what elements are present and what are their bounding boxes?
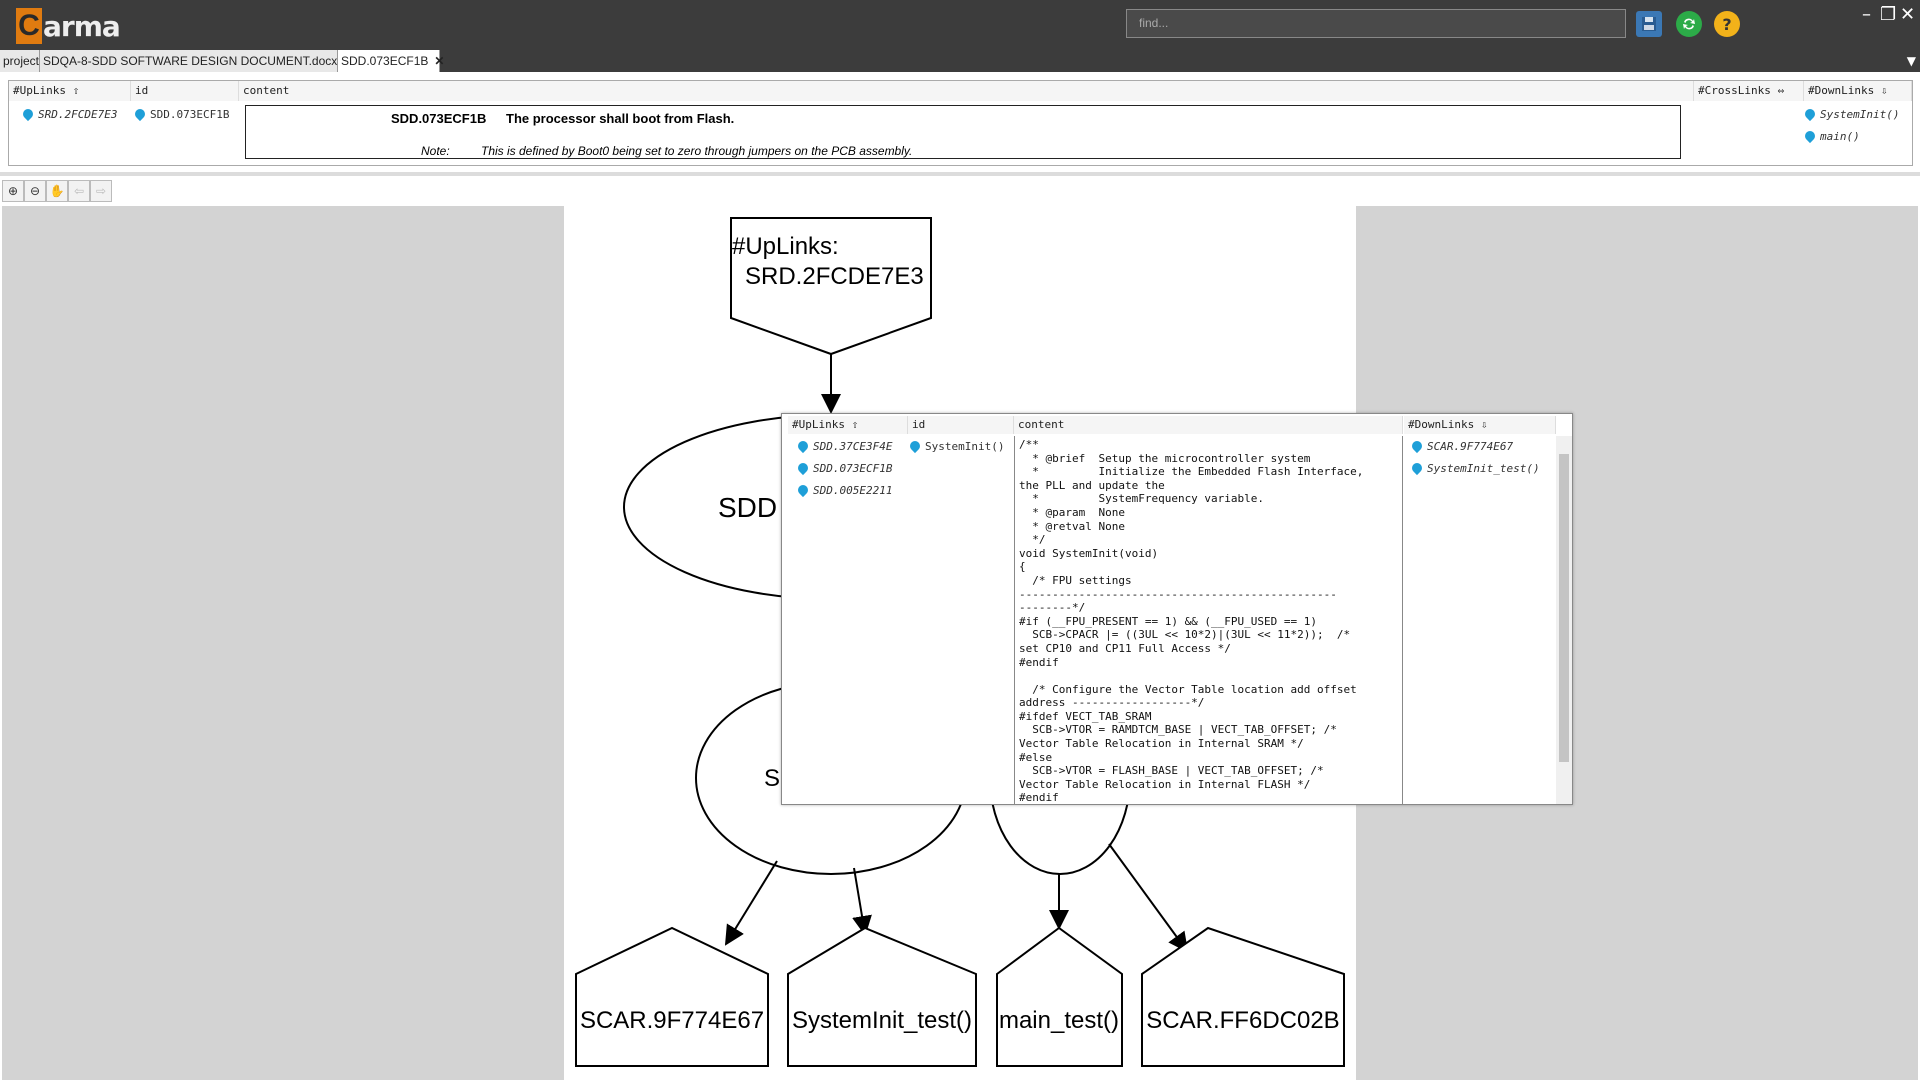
popup-uplink-3[interactable]: SDD.005E2211 [795,482,892,498]
location-pin-icon [132,106,148,122]
edge-2 [852,867,872,936]
location-pin-icon [1802,106,1818,122]
location-pin-icon [795,482,811,498]
tab-strip: project SDQA-8-SDD SOFTWARE DESIGN DOCUM… [0,50,1920,72]
zoom-out-icon[interactable]: ⊖ [24,180,46,202]
tab-label: SDD.073ECF1B [341,54,429,68]
location-pin-icon [1802,128,1818,144]
scar-node-shape-1[interactable] [575,926,769,1067]
edge-1 [724,860,778,946]
location-pin-icon [795,460,811,476]
popup-downlink-1[interactable]: SCAR.9F774E67 [1409,438,1513,454]
title-bar: C arma find... ? – ❐ ✕ [0,0,1920,50]
note-label: Note: [421,144,450,158]
header-content[interactable]: content [239,81,1694,101]
tab-sdd-record[interactable]: SDD.073ECF1B ✕ [338,50,444,72]
uplink-node-label-2: SRD.2FCDE7E3 [745,263,924,290]
save-icon[interactable] [1636,11,1662,37]
close-window-button[interactable]: ✕ [1900,4,1915,25]
record-id[interactable]: SDD.073ECF1B [132,106,229,122]
find-input[interactable]: find... [1126,9,1626,38]
pan-hand-icon[interactable]: ✋ [46,180,68,202]
close-tab-icon[interactable]: ✕ [434,54,444,68]
node-detail-popup: #UpLinks ⇧ id content #DownLinks ⇩ SDD.3… [781,413,1573,805]
popup-scrollbar[interactable] [1556,436,1572,804]
popup-header-content[interactable]: content [1014,416,1403,434]
scar-node-label-2: SCAR.FF6DC02B [1146,1007,1339,1034]
content-box[interactable]: SDD.073ECF1B The processor shall boot fr… [245,105,1681,159]
location-pin-icon [907,438,923,454]
function-node-label-1: S [764,765,780,792]
popup-header-id[interactable]: id [908,416,1014,434]
downlink-systeminit[interactable]: SystemInit() [1802,106,1899,122]
logo-text: arma [43,9,121,43]
help-icon[interactable]: ? [1714,11,1740,37]
header-uplinks[interactable]: #UpLinks ⇧ [9,81,131,101]
uplink-link[interactable]: SRD.2FCDE7E3 [20,106,117,122]
test-node-label-2: main_test() [999,1007,1119,1034]
scrollbar-thumb[interactable] [1559,454,1569,762]
popup-header-uplinks[interactable]: #UpLinks ⇧ [788,416,908,434]
header-downlinks[interactable]: #DownLinks ⇩ [1804,81,1912,101]
diagram-toolbar: ⊕ ⊖ ✋ ⇦ ⇨ [2,180,112,202]
sync-icon[interactable] [1676,11,1702,37]
requirement-text: The processor shall boot from Flash. [506,111,735,126]
scar-node-shape-2[interactable] [1141,926,1345,1067]
note-text: This is defined by Boot0 being set to ze… [481,144,913,158]
downlink-main[interactable]: main() [1802,128,1860,144]
uplink-node-label-1: #UpLinks: [732,233,839,260]
location-pin-icon [1409,438,1425,454]
restore-button[interactable]: ❐ [1880,4,1896,25]
popup-uplink-1[interactable]: SDD.37CE3F4E [795,438,892,454]
tab-project[interactable]: project [0,50,40,72]
tab-document[interactable]: SDQA-8-SDD SOFTWARE DESIGN DOCUMENT.docx [40,50,338,72]
header-crosslinks[interactable]: #CrossLinks ⇔ [1694,81,1804,101]
zoom-in-icon[interactable]: ⊕ [2,180,24,202]
location-pin-icon [795,438,811,454]
record-grid: #UpLinks ⇧ id content #CrossLinks ⇔ #Dow… [8,80,1913,166]
tab-menu-chevron-down-icon[interactable]: ▼ [1907,54,1916,68]
requirement-id: SDD.073ECF1B [391,111,487,126]
popup-header-downlinks[interactable]: #DownLinks ⇩ [1404,416,1556,434]
test-node-label-1: SystemInit_test() [792,1007,972,1034]
back-arrow-icon[interactable]: ⇦ [68,180,90,202]
header-id[interactable]: id [131,81,239,101]
minimize-button[interactable]: – [1862,4,1871,25]
location-pin-icon [20,106,36,122]
splitter[interactable] [0,172,1920,176]
forward-arrow-icon[interactable]: ⇨ [90,180,112,202]
scar-node-label-1: SCAR.9F774E67 [580,1007,764,1034]
edge-4 [1108,843,1189,953]
popup-code-content[interactable]: /** * @brief Setup the microcontroller s… [1014,436,1403,805]
popup-uplink-2[interactable]: SDD.073ECF1B [795,460,892,476]
test-node-shape-1[interactable] [787,926,977,1067]
popup-downlink-2[interactable]: SystemInit_test() [1409,460,1540,476]
source-code: /** * @brief Setup the microcontroller s… [1019,438,1364,805]
location-pin-icon [1409,460,1425,476]
test-node-shape-2[interactable] [996,926,1123,1067]
popup-id[interactable]: SystemInit() [907,438,1004,454]
logo-mark: C [16,8,42,44]
app-logo: C arma [16,8,121,44]
sdd-node-label: SDD [718,492,777,523]
